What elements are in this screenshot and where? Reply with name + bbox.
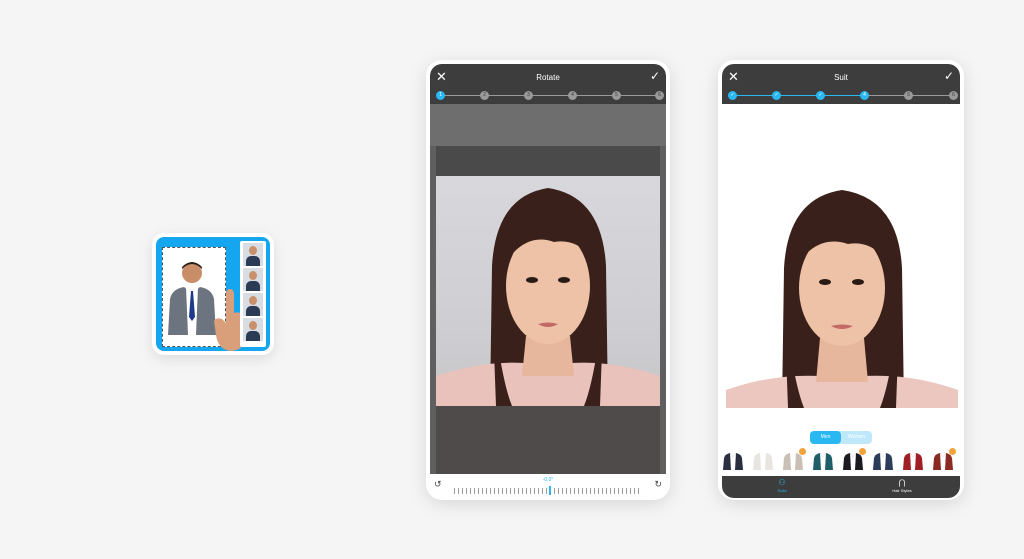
suit-option[interactable] xyxy=(782,448,806,470)
man-in-suit-illustration xyxy=(168,262,216,335)
suit-thumbnail xyxy=(903,453,923,470)
rotate-right-icon[interactable]: ↻ xyxy=(654,479,662,490)
hair-icon: ⋂ xyxy=(898,478,906,487)
person-icon: ⚇ xyxy=(778,478,786,487)
suit-carousel[interactable] xyxy=(722,448,964,470)
rotation-slider[interactable] xyxy=(454,488,642,494)
step-6[interactable]: 6 xyxy=(655,91,664,100)
portrait-photo xyxy=(436,176,660,406)
crop-overlay-bottom xyxy=(436,406,660,474)
step-progress xyxy=(732,95,864,96)
app-icon-artwork xyxy=(156,237,270,351)
step-3[interactable]: 3 xyxy=(524,91,533,100)
mini-photo xyxy=(243,293,263,316)
mini-photo xyxy=(243,268,263,291)
step-4[interactable]: 4 xyxy=(568,91,577,100)
suit-option[interactable] xyxy=(752,450,774,470)
suit-thumbnail xyxy=(873,453,893,470)
step-1[interactable]: ✓ xyxy=(728,91,737,100)
step-6[interactable]: 6 xyxy=(949,91,958,100)
top-bar: ✕ Suit ✓ ✓ ✓ ✓ 4 5 6 xyxy=(722,64,960,104)
premium-badge xyxy=(859,448,866,455)
toggle-men[interactable]: Men xyxy=(810,431,841,444)
nav-suits[interactable]: ⚇ Suits xyxy=(752,478,812,493)
top-bar: ✕ Rotate ✓ 1 2 3 4 5 6 xyxy=(430,64,666,104)
woman-portrait xyxy=(726,190,958,408)
gender-toggle[interactable]: Men Women xyxy=(810,431,872,444)
step-3[interactable]: ✓ xyxy=(816,91,825,100)
step-4[interactable]: 4 xyxy=(860,91,869,100)
rotate-screen: ✕ Rotate ✓ 1 2 3 4 5 6 ↺ -0.0° ↻ xyxy=(426,60,670,500)
premium-badge xyxy=(949,448,956,455)
bottom-nav: ⚇ Suits ⋂ Hair Styles xyxy=(722,476,960,498)
check-icon[interactable]: ✓ xyxy=(944,69,954,83)
step-2[interactable]: 2 xyxy=(480,91,489,100)
suit-thumbnail xyxy=(753,453,773,470)
suit-option[interactable] xyxy=(872,450,894,470)
step-indicator: 1 2 3 4 5 6 xyxy=(436,91,664,101)
portrait-photo-cutout xyxy=(722,178,960,408)
premium-badge xyxy=(799,448,806,455)
suit-option[interactable] xyxy=(722,450,744,470)
suit-thumbnail xyxy=(813,453,833,470)
step-indicator: ✓ ✓ ✓ 4 5 6 xyxy=(728,91,958,101)
suit-preview xyxy=(722,104,960,408)
suit-thumbnail xyxy=(723,453,743,470)
step-1[interactable]: 1 xyxy=(436,91,445,100)
nav-label: Hair Styles xyxy=(892,488,912,493)
woman-portrait xyxy=(436,188,660,406)
step-5[interactable]: 5 xyxy=(904,91,913,100)
suit-screen: ✕ Suit ✓ ✓ ✓ ✓ 4 5 6 Men Women ⚇ Suits ⋂… xyxy=(718,60,964,500)
mini-photo xyxy=(243,243,263,266)
step-2[interactable]: ✓ xyxy=(772,91,781,100)
rotate-canvas[interactable] xyxy=(430,104,666,474)
nav-label: Suits xyxy=(777,488,787,493)
slider-handle[interactable] xyxy=(549,486,551,495)
step-line xyxy=(440,95,656,96)
screen-title: Suit xyxy=(834,73,848,82)
check-icon[interactable]: ✓ xyxy=(650,69,660,83)
step-5[interactable]: 5 xyxy=(612,91,621,100)
canvas-margin xyxy=(430,104,666,146)
suit-option[interactable] xyxy=(902,450,924,470)
toggle-women[interactable]: Women xyxy=(841,431,872,444)
angle-readout: -0.0° xyxy=(542,477,554,483)
suit-option[interactable] xyxy=(842,448,866,470)
crop-overlay xyxy=(436,146,660,176)
suit-option[interactable] xyxy=(932,448,956,470)
nav-hair-styles[interactable]: ⋂ Hair Styles xyxy=(872,478,932,493)
rotate-controls: ↺ -0.0° ↻ xyxy=(430,474,666,498)
screen-title: Rotate xyxy=(536,73,560,82)
photo-strip xyxy=(240,241,266,347)
suit-option[interactable] xyxy=(812,450,834,470)
app-icon[interactable] xyxy=(152,233,274,355)
mini-photo xyxy=(243,318,263,341)
